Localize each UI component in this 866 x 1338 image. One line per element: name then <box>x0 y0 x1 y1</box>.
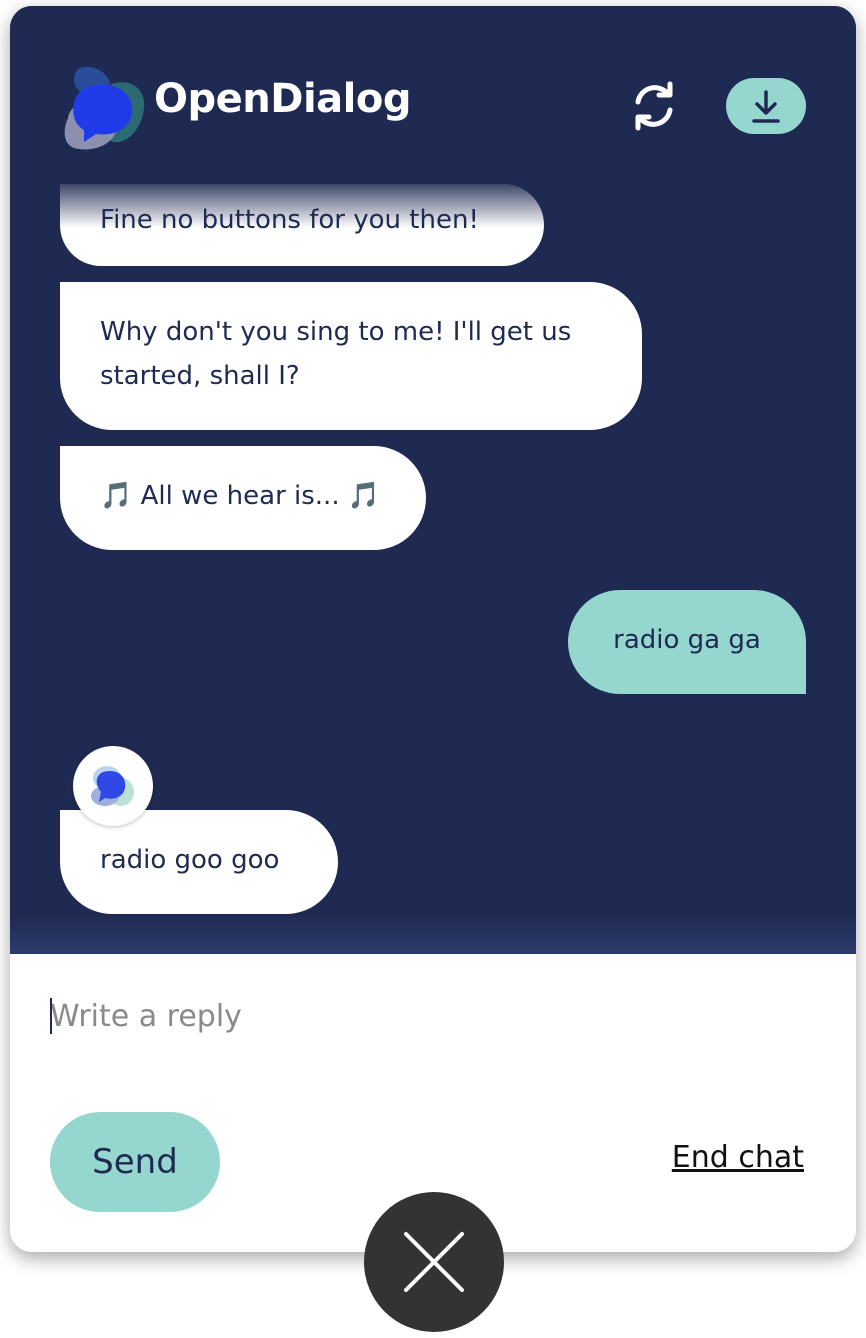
refresh-button[interactable] <box>628 80 680 132</box>
refresh-icon <box>635 81 673 131</box>
message-text: radio goo goo <box>100 845 280 875</box>
user-message: radio ga ga <box>568 590 806 694</box>
chat-header: OpenDialog <box>10 6 856 206</box>
download-icon <box>752 90 780 123</box>
message-text: Fine no buttons for you then! <box>100 205 479 235</box>
bot-avatar <box>73 746 153 826</box>
message-text: radio ga ga <box>613 625 761 655</box>
chat-widget: Fine no buttons for you then! Why don't … <box>10 6 856 1252</box>
bot-message: Why don't you sing to me! I'll get us st… <box>60 282 642 430</box>
chat-area: Fine no buttons for you then! Why don't … <box>10 6 856 954</box>
end-chat-link[interactable]: End chat <box>672 1140 804 1175</box>
reply-input[interactable] <box>50 990 810 1042</box>
bot-message: radio goo goo <box>60 810 338 914</box>
download-button[interactable] <box>726 78 806 134</box>
bot-avatar-icon <box>91 766 134 806</box>
bot-message: 🎵 All we hear is... 🎵 <box>60 446 426 550</box>
send-button[interactable]: Send <box>50 1112 220 1212</box>
close-chat-button[interactable] <box>364 1192 504 1332</box>
text-caret <box>50 998 52 1034</box>
message-text: 🎵 All we hear is... 🎵 <box>100 481 381 511</box>
close-icon <box>404 1232 464 1292</box>
message-text: Why don't you sing to me! I'll get us st… <box>100 317 572 391</box>
opendialog-logo-icon <box>60 62 150 154</box>
brand-name: OpenDialog <box>154 76 411 122</box>
